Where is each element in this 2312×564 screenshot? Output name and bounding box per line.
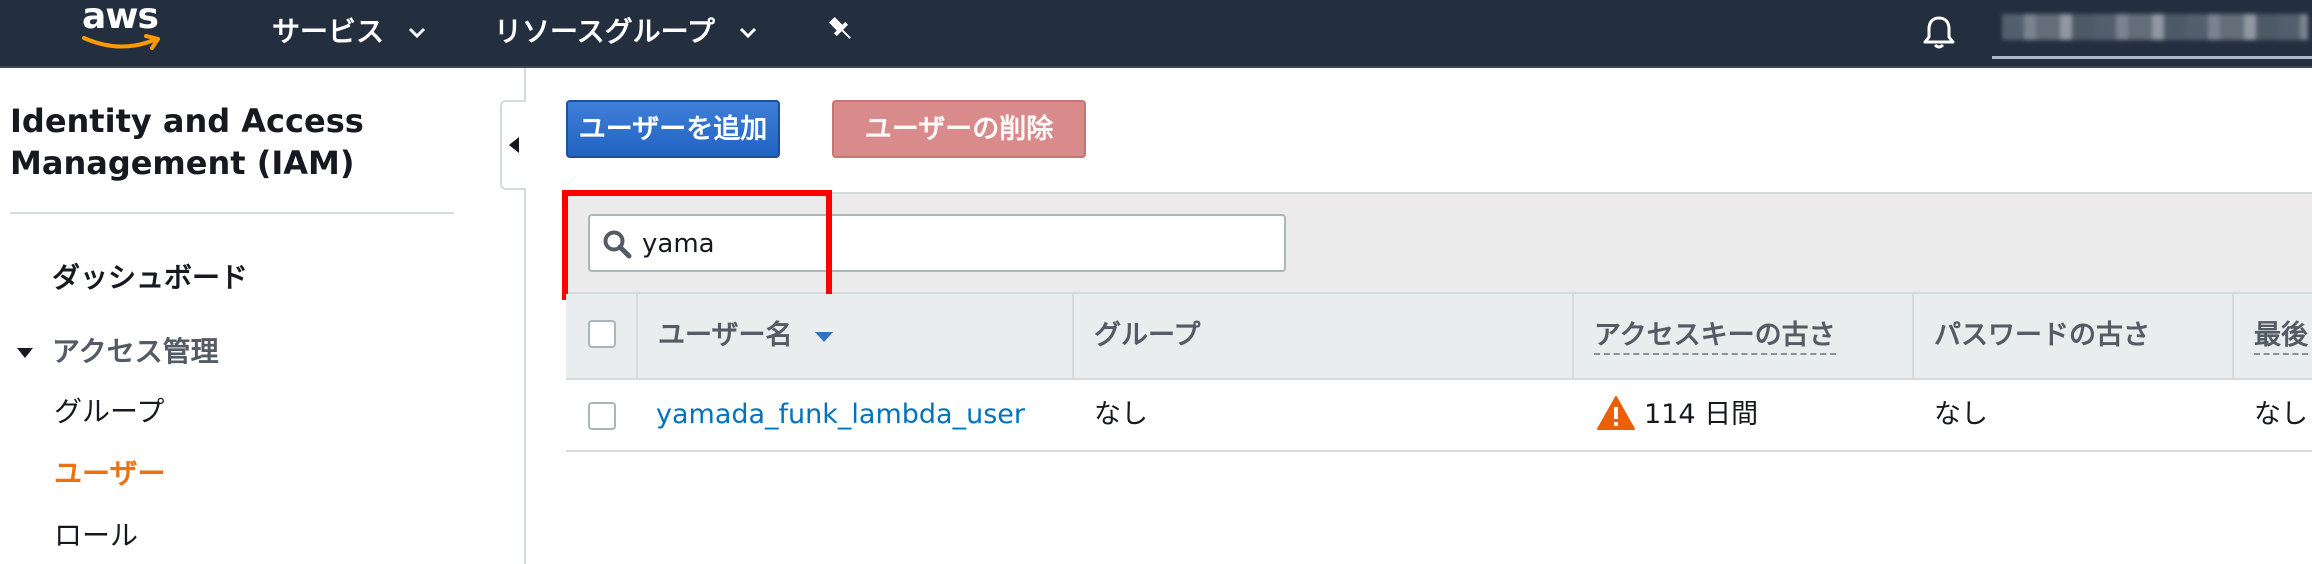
warning-icon (1597, 395, 1635, 430)
services-label: サービス (272, 15, 385, 48)
caret-down-icon (17, 348, 33, 358)
delete-user-button[interactable]: ユーザーの削除 (832, 100, 1086, 158)
pin-button[interactable] (826, 14, 856, 48)
sidebar: Identity and Access Management (IAM) ダッシ… (0, 68, 526, 564)
username-link[interactable]: yamada_funk_lambda_user (656, 380, 1025, 450)
last-activity-cell: なし (2254, 399, 2308, 430)
sidebar-item-groups[interactable]: グループ (54, 390, 164, 430)
account-name-redacted (2002, 14, 2308, 40)
resource-groups-label: リソースグループ (494, 15, 715, 48)
sidebar-section-label: アクセス管理 (52, 335, 219, 368)
sidebar-item-roles[interactable]: ロール (54, 514, 138, 554)
row-checkbox[interactable] (588, 402, 616, 430)
bell-icon (1923, 16, 1955, 49)
search-field[interactable] (588, 214, 1286, 272)
sidebar-collapse-toggle[interactable] (500, 100, 526, 190)
chevron-down-icon (408, 27, 425, 39)
column-header-label: 最後 (2254, 319, 2308, 355)
column-header-groups[interactable]: グループ (1072, 294, 1572, 378)
search-icon (603, 230, 632, 259)
caret-left-icon (509, 137, 519, 153)
account-underline (1992, 56, 2312, 59)
sidebar-item-users[interactable]: ユーザー (54, 452, 165, 492)
add-user-button[interactable]: ユーザーを追加 (566, 100, 780, 158)
column-header-label: アクセスキーの古さ (1594, 319, 1836, 355)
chevron-down-icon (739, 27, 756, 39)
column-header-last[interactable]: 最後 (2232, 294, 2312, 378)
aws-smile-icon (82, 34, 160, 50)
table-row: yamada_funk_lambda_user なし 114 日間 なし なし (566, 380, 2312, 452)
pin-icon (828, 16, 851, 39)
column-header-username[interactable]: ユーザー名 (636, 294, 1072, 378)
notifications-button[interactable] (1922, 14, 1956, 54)
aws-logo-text: aws (82, 0, 159, 37)
access-key-age-cell: 114 日間 (1596, 380, 1758, 450)
aws-logo[interactable]: aws (78, 0, 168, 56)
top-navigation-bar: aws サービス リソースグループ (0, 0, 2312, 68)
column-header-access-key-age[interactable]: アクセスキーの古さ (1572, 294, 1912, 378)
sidebar-item-dashboard[interactable]: ダッシュボード (52, 256, 248, 296)
column-header-password-age[interactable]: パスワードの古さ (1912, 294, 2232, 378)
sort-descending-icon (814, 331, 833, 342)
access-key-age-value: 114 日間 (1644, 399, 1759, 430)
sidebar-section-access-management[interactable]: アクセス管理 (16, 330, 219, 370)
password-age-cell: なし (1934, 399, 1988, 430)
table-header: ユーザー名 グループ アクセスキーの古さ パスワードの古さ 最後 (566, 294, 2312, 380)
sidebar-divider (10, 212, 454, 214)
column-header-label: ユーザー名 (658, 320, 793, 351)
groups-cell: なし (1094, 399, 1148, 430)
services-menu[interactable]: サービス (272, 10, 426, 50)
sidebar-title: Identity and Access Management (IAM) (10, 102, 364, 182)
search-input[interactable] (640, 224, 1244, 264)
account-menu[interactable] (1992, 8, 2312, 60)
select-all-checkbox[interactable] (588, 320, 616, 348)
resource-groups-menu[interactable]: リソースグループ (494, 10, 757, 50)
